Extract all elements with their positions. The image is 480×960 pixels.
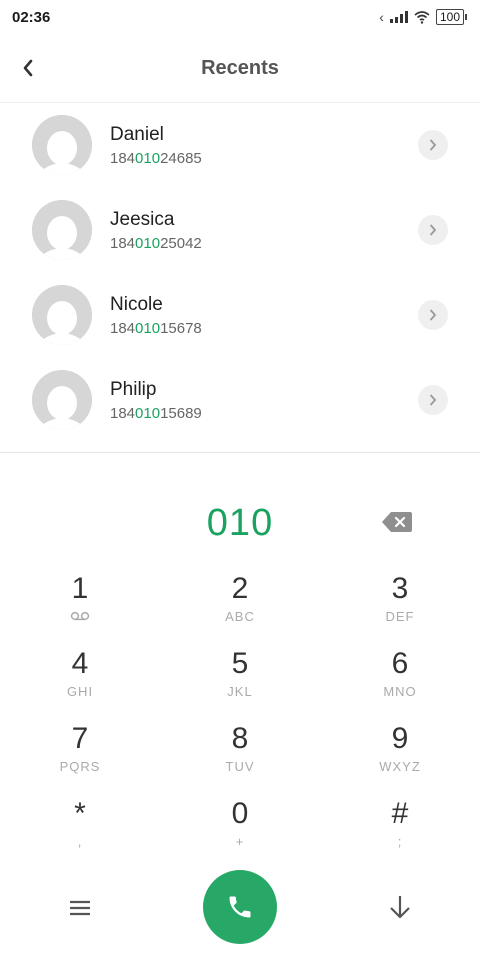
contact-number: 18401024685 (110, 150, 202, 167)
back-button[interactable] (14, 52, 42, 84)
person-icon (32, 115, 92, 175)
menu-button[interactable] (66, 894, 94, 922)
key-8[interactable]: 8 TUV (180, 720, 300, 786)
page-title: Recents (201, 56, 279, 79)
voicemail-icon (70, 611, 90, 621)
signal-icon (389, 11, 408, 23)
key-letters: TUV (225, 759, 255, 774)
contact-name: Jeesica (110, 209, 175, 230)
key-digit: 6 (391, 647, 409, 680)
chevron-right-icon (430, 224, 437, 236)
list-item[interactable]: Nicole 18401015678 (0, 273, 480, 358)
key-letters: MNO (383, 684, 417, 699)
divider (0, 452, 480, 453)
key-letters: + (235, 834, 245, 849)
key-2[interactable]: 2 ABC (180, 570, 300, 636)
person-icon (32, 285, 92, 345)
key-digit: 7 (71, 722, 89, 755)
key-letters: ABC (225, 609, 255, 624)
key-star[interactable]: * , (20, 795, 140, 861)
status-icons: ‹ 100 (379, 9, 468, 25)
key-digit: 5 (231, 647, 249, 680)
key-letters (20, 608, 140, 626)
contact-name: Nicole (110, 294, 163, 315)
contact-info: Daniel 18401024685 (110, 123, 202, 169)
key-4[interactable]: 4 GHI (20, 645, 140, 711)
contact-name: Philip (110, 379, 157, 400)
key-9[interactable]: 9 WXYZ (340, 720, 460, 786)
header: Recents (0, 34, 480, 103)
key-digit: 4 (71, 647, 89, 680)
wifi-icon (414, 11, 430, 24)
key-digit: 1 (71, 572, 89, 605)
chevron-right-icon (430, 394, 437, 406)
status-bar: 02:36 ‹ 100 (0, 0, 480, 34)
key-letters: , (77, 834, 83, 849)
dialed-number: 010 (206, 502, 274, 544)
key-hash[interactable]: # ; (340, 795, 460, 861)
key-letters: ; (397, 834, 403, 849)
key-1[interactable]: 1 (20, 570, 140, 636)
key-3[interactable]: 3 DEF (340, 570, 460, 636)
status-time: 02:36 (12, 8, 51, 26)
chevron-right-icon (430, 139, 437, 151)
recents-list: Daniel 18401024685 Jeesica 18401025042 N… (0, 103, 480, 443)
contact-name: Daniel (110, 124, 164, 145)
key-5[interactable]: 5 JKL (180, 645, 300, 711)
arrow-down-icon (390, 896, 410, 919)
list-item[interactable]: Jeesica 18401025042 (0, 188, 480, 273)
battery-indicator: 100 (435, 9, 468, 25)
menu-icon (70, 900, 90, 916)
key-digit: 0 (231, 797, 249, 830)
collapse-keypad-button[interactable] (386, 892, 414, 922)
contact-info: Nicole 18401015678 (110, 293, 202, 339)
key-letters: PQRS (59, 759, 101, 774)
key-digit: 3 (391, 572, 409, 605)
backspace-icon (382, 512, 412, 532)
key-digit: 2 (231, 572, 249, 605)
dialer-display: 010 (0, 495, 480, 551)
person-icon (32, 370, 92, 430)
person-icon (32, 200, 92, 260)
chevron-left-icon (23, 59, 33, 77)
chevron-right-icon (430, 309, 437, 321)
contact-detail-button[interactable] (418, 215, 448, 245)
avatar (32, 200, 92, 260)
key-0[interactable]: 0 + (180, 795, 300, 861)
key-digit: 9 (391, 722, 409, 755)
avatar (32, 115, 92, 175)
phone-icon (229, 896, 251, 918)
call-button[interactable] (203, 870, 277, 944)
avatar (32, 285, 92, 345)
contact-number: 18401015689 (110, 405, 202, 422)
contact-detail-button[interactable] (418, 130, 448, 160)
key-digit: # (391, 797, 409, 830)
contact-detail-button[interactable] (418, 385, 448, 415)
chevron-left-small-icon: ‹ (379, 9, 384, 25)
list-item[interactable]: Daniel 18401024685 (0, 103, 480, 188)
backspace-button[interactable] (381, 509, 413, 535)
contact-info: Jeesica 18401025042 (110, 208, 202, 254)
key-digit: 8 (231, 722, 249, 755)
key-letters: WXYZ (379, 759, 421, 774)
key-7[interactable]: 7 PQRS (20, 720, 140, 786)
avatar (32, 370, 92, 430)
contact-detail-button[interactable] (418, 300, 448, 330)
contact-info: Philip 18401015689 (110, 378, 202, 424)
contact-number: 18401015678 (110, 320, 202, 337)
list-item[interactable]: Philip 18401015689 (0, 358, 480, 443)
bottom-bar (0, 868, 480, 948)
key-digit: * (74, 797, 86, 830)
key-letters: JKL (227, 684, 253, 699)
key-6[interactable]: 6 MNO (340, 645, 460, 711)
key-letters: GHI (66, 684, 94, 699)
key-letters: DEF (385, 609, 415, 624)
contact-number: 18401025042 (110, 235, 202, 252)
